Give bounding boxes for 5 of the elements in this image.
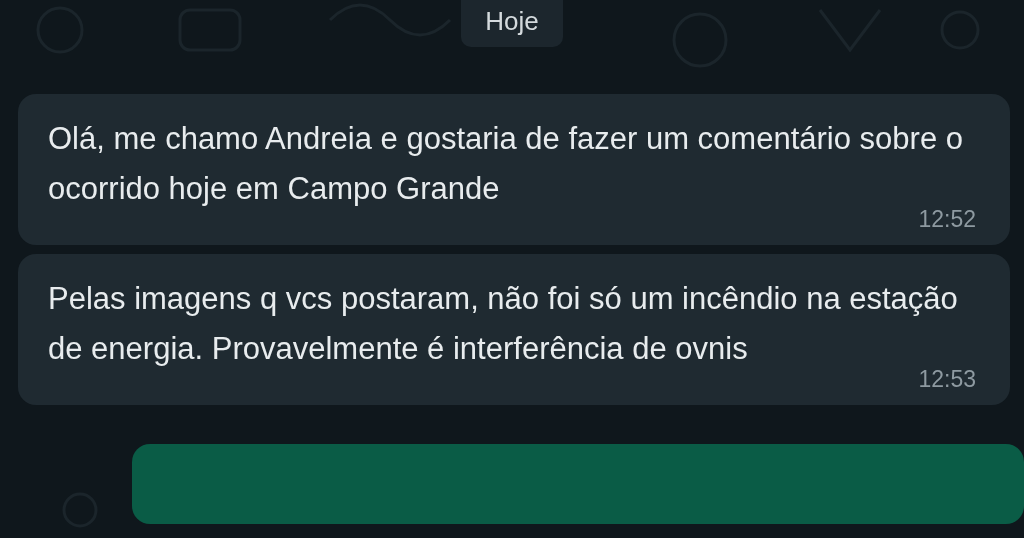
message-time: 12:52 (918, 206, 976, 233)
date-separator: Hoje (461, 0, 563, 47)
message-text: Pelas imagens q vcs postaram, não foi só um incêndio na estação de energia. Provavelmente é interferência de ovnis (48, 280, 959, 368)
message-time: 12:53 (918, 366, 976, 393)
message-text: Olá, me chamo Andreia e gostaria de fazer um comentário sobre o ocorrido hoje em Campo Grande (48, 120, 964, 208)
